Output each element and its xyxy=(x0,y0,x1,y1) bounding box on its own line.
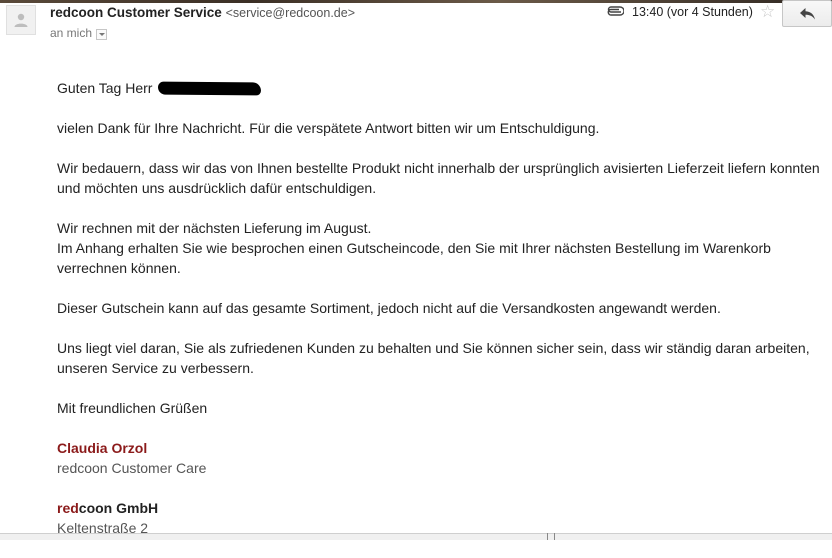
paragraph-3-line-1: Wir rechnen mit der nächsten Lieferung i… xyxy=(57,220,372,236)
paragraph-3-line-2: Im Anhang erhalten Sie wie besprochen ei… xyxy=(57,240,771,276)
signature-role: redcoon Customer Care xyxy=(57,460,207,476)
sender-avatar[interactable] xyxy=(6,5,36,35)
company-block: redcoon GmbH Keltenstraße 2 xyxy=(57,498,829,538)
scrollbar-grip[interactable] xyxy=(547,533,555,540)
closing-line: Mit freundlichen Grüßen xyxy=(57,400,208,416)
greeting-line: Guten Tag Herr xyxy=(57,78,829,98)
paragraph-2: Wir bedauern, dass wir das von Ihnen bes… xyxy=(57,160,820,196)
reply-button[interactable] xyxy=(782,0,832,27)
avatar-placeholder-icon xyxy=(14,13,28,27)
greeting: Guten Tag Herr xyxy=(57,80,153,96)
paragraph-4: Dieser Gutschein kann auf das gesamte So… xyxy=(57,300,721,316)
paragraph-1: vielen Dank für Ihre Nachricht. Für die … xyxy=(57,120,600,136)
sender-name[interactable]: redcoon Customer Service xyxy=(50,5,222,20)
sender-line: redcoon Customer Service <service@redcoo… xyxy=(50,5,355,20)
signature-name: Claudia Orzol xyxy=(57,440,148,456)
chevron-down-icon[interactable] xyxy=(96,28,108,40)
star-icon[interactable]: ☆ xyxy=(760,3,775,21)
sender-email: <service@redcoon.de> xyxy=(225,6,356,20)
redacted-name xyxy=(158,81,262,96)
company-name-rest: coon GmbH xyxy=(78,500,159,516)
company-name-red: red xyxy=(57,500,79,516)
recipient-line: an mich xyxy=(50,26,108,40)
reply-arrow-icon xyxy=(800,8,815,20)
window-top-strip xyxy=(0,0,832,3)
paragraph-5: Uns liegt viel daran, Sie als zufriedene… xyxy=(57,340,810,376)
signature-block: Claudia Orzol redcoon Customer Care xyxy=(57,438,829,478)
recipient-label: an mich xyxy=(50,26,93,40)
paragraph-3: Wir rechnen mit der nächsten Lieferung i… xyxy=(57,218,829,278)
message-timestamp: 13:40 (vor 4 Stunden) xyxy=(632,5,753,19)
message-body: Guten Tag Herr vielen Dank für Ihre Nach… xyxy=(57,78,829,558)
horizontal-scrollbar[interactable] xyxy=(0,533,832,540)
paperclip-icon xyxy=(607,6,624,16)
